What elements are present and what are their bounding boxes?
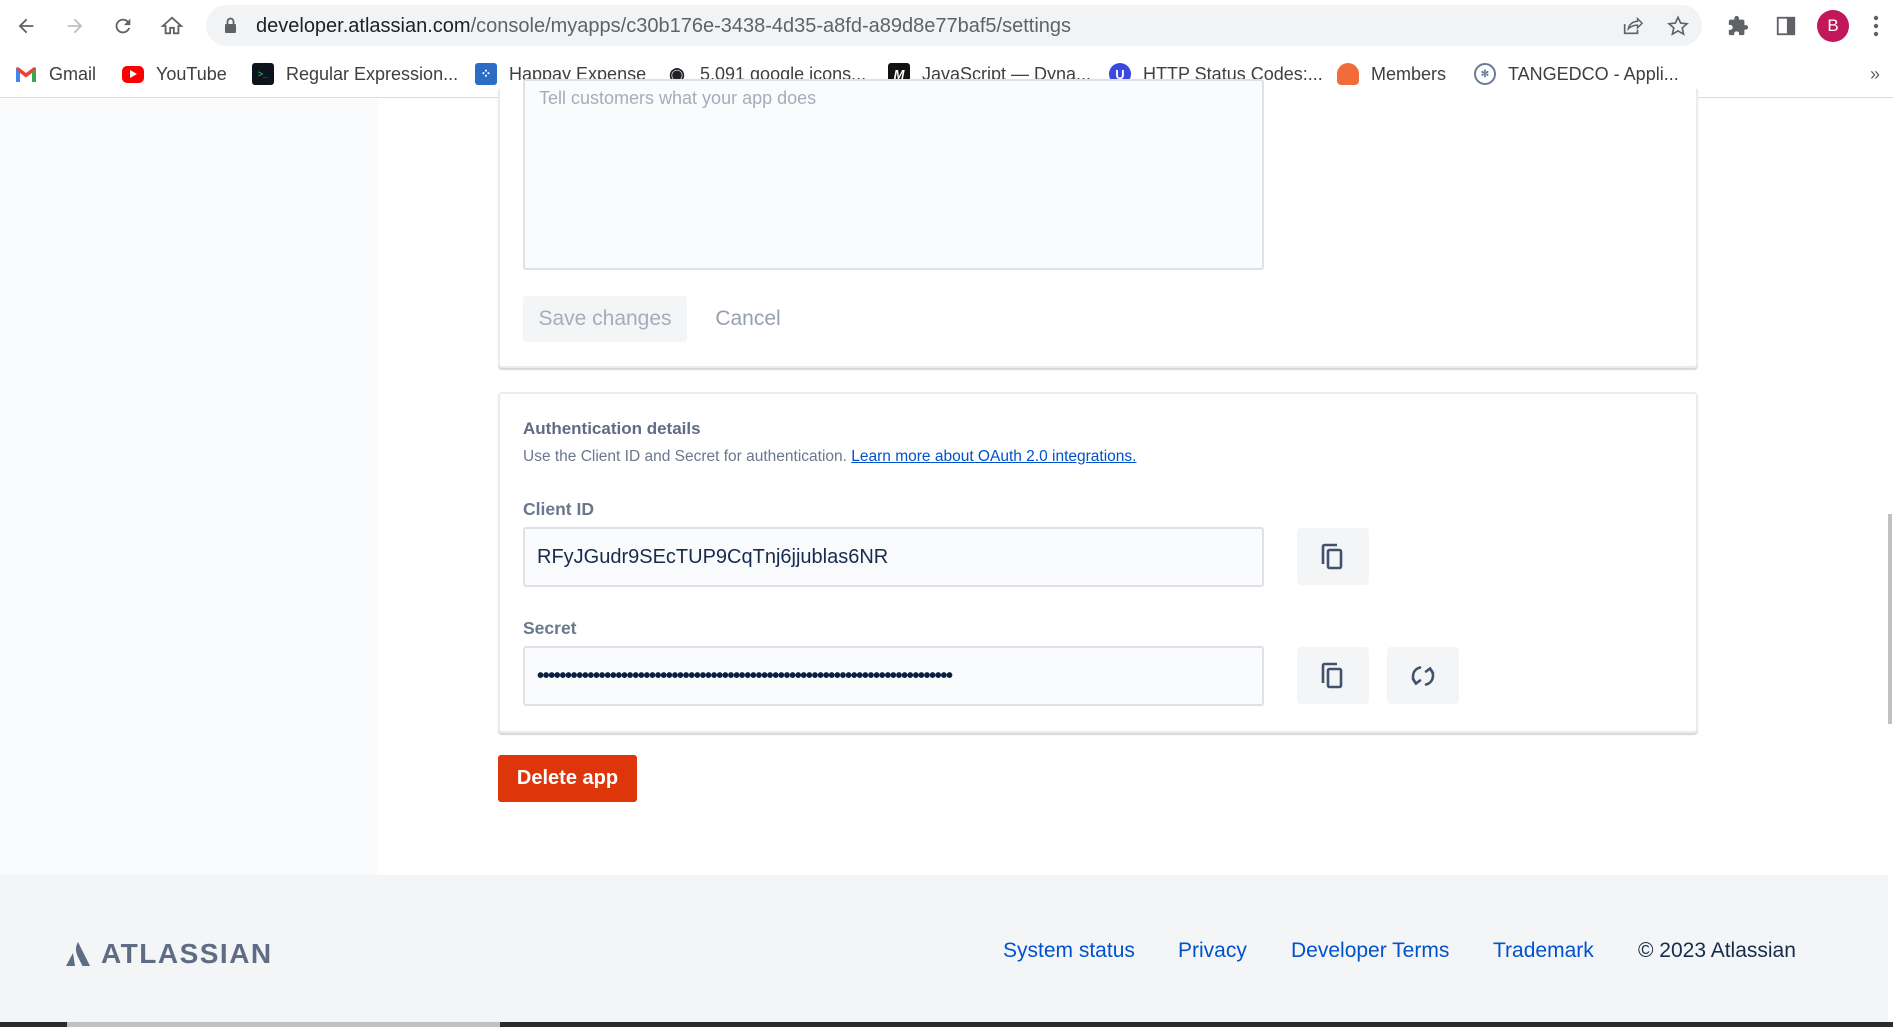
copyright-text: © 2023 Atlassian [1638, 939, 1796, 962]
footer-link-privacy[interactable]: Privacy [1178, 939, 1247, 963]
browser-toolbar: developer.atlassian.com/console/myapps/c… [0, 0, 1893, 52]
bookmark-regex[interactable]: >_ Regular Expression... [252, 61, 458, 87]
sidebar-area [0, 99, 378, 875]
more-bookmarks-button[interactable]: » [1870, 64, 1880, 85]
bookmark-label: Gmail [49, 63, 97, 84]
forward-icon[interactable] [61, 12, 89, 40]
bookmark-youtube[interactable]: YouTube [122, 61, 227, 87]
auth-description-text: Use the Client ID and Secret for authent… [523, 448, 852, 465]
tangedco-icon: ✻ [1474, 63, 1496, 85]
bookmark-tangedco[interactable]: ✻ TANGEDCO - Appli... [1474, 61, 1679, 87]
horizontal-scrollbar-thumb[interactable] [67, 1022, 500, 1027]
copy-icon [1321, 662, 1343, 688]
profile-avatar[interactable]: B [1817, 10, 1849, 42]
bookmark-label: YouTube [156, 63, 227, 84]
footer-link-developer-terms[interactable]: Developer Terms [1291, 939, 1449, 963]
bookmark-gmail[interactable]: Gmail [15, 61, 96, 87]
bookmark-star-icon[interactable] [1666, 14, 1690, 38]
logo-text: ATLASSIAN [101, 938, 273, 969]
profile-initial: B [1827, 16, 1839, 35]
share-icon[interactable] [1620, 14, 1644, 38]
home-icon[interactable] [158, 12, 186, 40]
delete-app-button[interactable]: Delete app [498, 755, 637, 802]
cancel-button[interactable]: Cancel [700, 296, 796, 342]
client-id-value: RFyJGudr9SEcTUP9CqTnj6jjublas6NR [537, 545, 889, 568]
reload-icon[interactable] [109, 12, 137, 40]
secret-label: Secret [523, 618, 577, 638]
back-icon[interactable] [12, 12, 40, 40]
refresh-icon [1411, 665, 1435, 686]
lock-icon [225, 17, 236, 33]
url-path: /console/myapps/c30b176e-3438-4d35-a8fd-… [470, 15, 1072, 37]
page-content: Tell customers what your app does Save c… [0, 79, 1893, 1027]
bookmark-label: Members [1371, 63, 1447, 84]
secret-masked-value: ••••••••••••••••••••••••••••••••••••••••… [537, 664, 953, 687]
atlassian-logo-icon [66, 942, 90, 966]
footer: ATLASSIAN System status Privacy Develope… [0, 875, 1888, 1023]
gmail-icon [15, 63, 37, 85]
oauth-learn-more-link[interactable]: Learn more about OAuth 2.0 integrations. [851, 448, 1136, 465]
happay-icon: ⁘ [475, 63, 497, 85]
auth-description: Use the Client ID and Secret for authent… [523, 448, 1136, 466]
description-placeholder: Tell customers what your app does [539, 88, 817, 108]
save-changes-button[interactable]: Save changes [523, 296, 687, 342]
vertical-scrollbar-thumb[interactable] [1888, 514, 1892, 724]
youtube-icon [122, 65, 144, 83]
address-bar[interactable]: developer.atlassian.com/console/myapps/c… [206, 5, 1702, 46]
footer-link-trademark[interactable]: Trademark [1493, 939, 1594, 963]
regenerate-secret-button[interactable] [1387, 647, 1459, 704]
bookmark-label: TANGEDCO - Appli... [1508, 63, 1679, 84]
copy-icon [1321, 543, 1343, 569]
side-panel-icon[interactable] [1772, 12, 1800, 40]
bookmark-label: Regular Expression... [286, 63, 459, 84]
atlassian-logo[interactable]: ATLASSIAN [65, 938, 273, 970]
members-icon [1337, 63, 1359, 85]
url-host: developer.atlassian.com [256, 15, 471, 37]
extensions-icon[interactable] [1724, 12, 1752, 40]
bookmark-members[interactable]: Members [1337, 61, 1446, 87]
copy-secret-button[interactable] [1297, 647, 1369, 704]
client-id-label: Client ID [523, 499, 594, 519]
hackerrank-icon: >_ [252, 63, 274, 85]
kebab-menu-icon[interactable] [1870, 12, 1882, 40]
footer-link-system-status[interactable]: System status [1003, 939, 1135, 963]
auth-section-title: Authentication details [523, 419, 701, 438]
secret-field[interactable]: ••••••••••••••••••••••••••••••••••••••••… [523, 646, 1264, 706]
copy-client-id-button[interactable] [1297, 528, 1369, 585]
client-id-field[interactable]: RFyJGudr9SEcTUP9CqTnj6jjublas6NR [523, 527, 1264, 587]
url-text[interactable]: developer.atlassian.com/console/myapps/c… [256, 15, 1071, 38]
